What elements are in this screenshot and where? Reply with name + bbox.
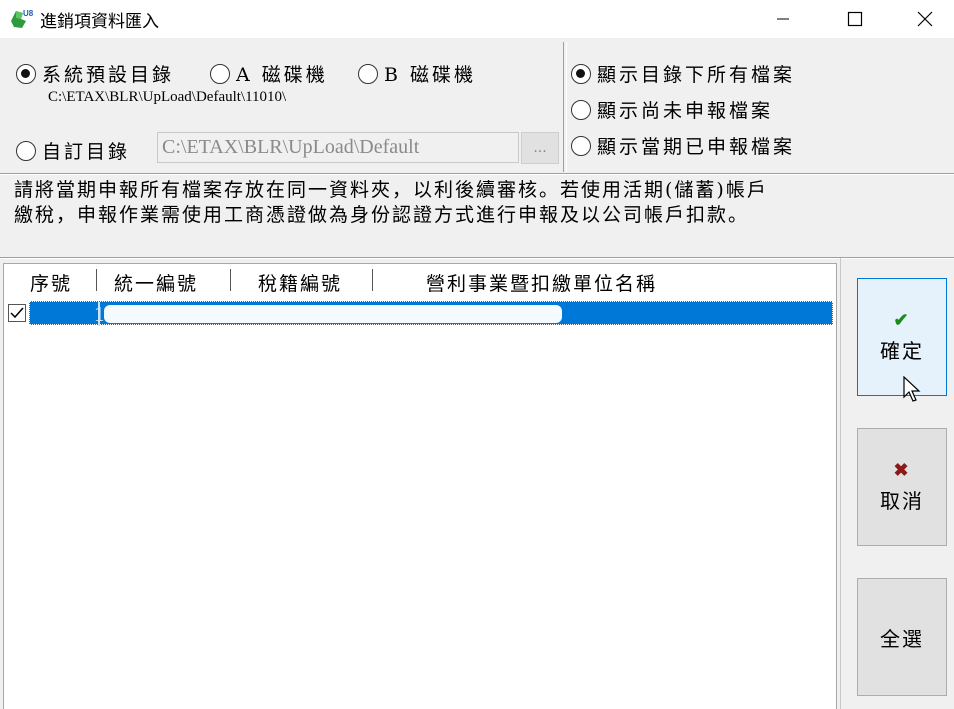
radio-show-filed-label: 顯示當期已申報檔案 xyxy=(597,136,796,158)
svg-text:U8: U8 xyxy=(23,9,34,18)
radio-drive-a[interactable]: A 磁碟機 xyxy=(210,60,328,87)
radio-show-all-files[interactable]: 顯示目錄下所有檔案 xyxy=(571,60,795,87)
select-all-button[interactable]: 全選 xyxy=(857,578,947,696)
x-icon: ✖ xyxy=(893,459,911,481)
column-header-business-name[interactable]: 營利事業暨扣繳單位名稱 xyxy=(426,269,657,296)
radio-unselected-icon xyxy=(210,63,230,84)
default-path-label: C:\ETAX\BLR\UpLoad\Default\11010\ xyxy=(48,89,287,105)
maximize-icon xyxy=(847,11,863,27)
divider xyxy=(0,258,954,259)
notice-text: 請將當期申報所有檔案存放在同一資料夾，以利後續審核。若使用活期(儲蓄)帳戶 繳稅… xyxy=(14,178,894,228)
radio-custom-directory[interactable]: 自訂目錄 xyxy=(16,137,130,164)
browse-button[interactable]: ... xyxy=(521,132,559,164)
radio-drive-a-label: A 磁碟機 xyxy=(236,64,328,86)
column-separator[interactable] xyxy=(372,269,373,291)
confirm-label: 確定 xyxy=(880,338,924,363)
column-header-index[interactable]: 序號 xyxy=(30,269,72,296)
source-options-panel: 系統預設目錄 A 磁碟機 B 磁碟機 C:\ETAX\BLR\UpLoad\De… xyxy=(0,38,954,174)
radio-system-default[interactable]: 系統預設目錄 xyxy=(16,60,174,87)
radio-unselected-icon xyxy=(358,63,378,84)
radio-show-unfiled[interactable]: 顯示尚未申報檔案 xyxy=(571,96,773,123)
radio-unselected-icon xyxy=(571,99,591,120)
column-separator[interactable] xyxy=(96,269,97,291)
notice-line-2: 繳稅，申報作業需使用工商憑證做為身份認證方式進行申報及以公司帳戶扣款。 xyxy=(14,204,750,226)
column-header-tax-registration[interactable]: 稅籍編號 xyxy=(258,269,342,296)
notice-line-1: 請將當期申報所有檔案存放在同一資料夾，以利後續審核。若使用活期(儲蓄)帳戶 xyxy=(14,179,768,201)
divider xyxy=(0,174,954,175)
redacted-content xyxy=(104,305,562,323)
radio-drive-b-label: B 磁碟機 xyxy=(384,64,477,86)
mouse-cursor-icon xyxy=(903,376,921,402)
select-all-label: 全選 xyxy=(880,626,924,651)
cancel-button[interactable]: ✖ 取消 xyxy=(857,428,947,546)
radio-drive-b[interactable]: B 磁碟機 xyxy=(358,60,476,87)
radio-selected-icon xyxy=(571,63,591,84)
title-bar: U8 進銷項資料匯入 xyxy=(0,0,954,38)
minimize-button[interactable] xyxy=(748,0,818,38)
minimize-icon xyxy=(777,18,789,20)
divider xyxy=(840,258,841,709)
radio-show-unfiled-label: 顯示尚未申報檔案 xyxy=(597,100,774,122)
column-separator xyxy=(98,302,100,326)
window-title: 進銷項資料匯入 xyxy=(40,12,159,32)
close-icon xyxy=(917,11,933,27)
radio-system-default-label: 系統預設目錄 xyxy=(42,64,175,86)
column-header-tax-id[interactable]: 統一編號 xyxy=(114,269,198,296)
confirm-button[interactable]: ✔ 確定 xyxy=(857,278,947,396)
maximize-button[interactable] xyxy=(820,0,890,38)
custom-path-input[interactable]: C:\ETAX\BLR\UpLoad\Default xyxy=(157,132,519,163)
row-checkbox[interactable] xyxy=(8,304,26,322)
check-icon xyxy=(10,307,24,319)
list-header: 序號 統一編號 稅籍編號 營利事業暨扣繳單位名稱 xyxy=(4,264,836,298)
radio-show-all-files-label: 顯示目錄下所有檔案 xyxy=(597,64,796,86)
close-button[interactable] xyxy=(890,0,954,38)
file-filter-group: 顯示目錄下所有檔案 顯示尚未申報檔案 顯示當期已申報檔案 xyxy=(566,42,954,172)
radio-unselected-icon xyxy=(16,140,36,161)
column-separator[interactable] xyxy=(230,269,231,291)
u8-app-icon: U8 xyxy=(11,9,34,28)
directory-options-group: 系統預設目錄 A 磁碟機 B 磁碟機 C:\ETAX\BLR\UpLoad\De… xyxy=(4,42,564,172)
radio-show-filed[interactable]: 顯示當期已申報檔案 xyxy=(571,132,795,159)
cancel-label: 取消 xyxy=(880,488,924,513)
radio-unselected-icon xyxy=(571,135,591,156)
radio-selected-icon xyxy=(16,63,36,84)
row-selection-highlight: 1 xyxy=(29,301,833,326)
radio-custom-directory-label: 自訂目錄 xyxy=(42,141,131,163)
table-row[interactable]: 1 xyxy=(4,300,836,326)
file-list[interactable]: 序號 統一編號 稅籍編號 營利事業暨扣繳單位名稱 1 xyxy=(3,263,837,709)
checkmark-icon: ✔ xyxy=(893,309,911,331)
